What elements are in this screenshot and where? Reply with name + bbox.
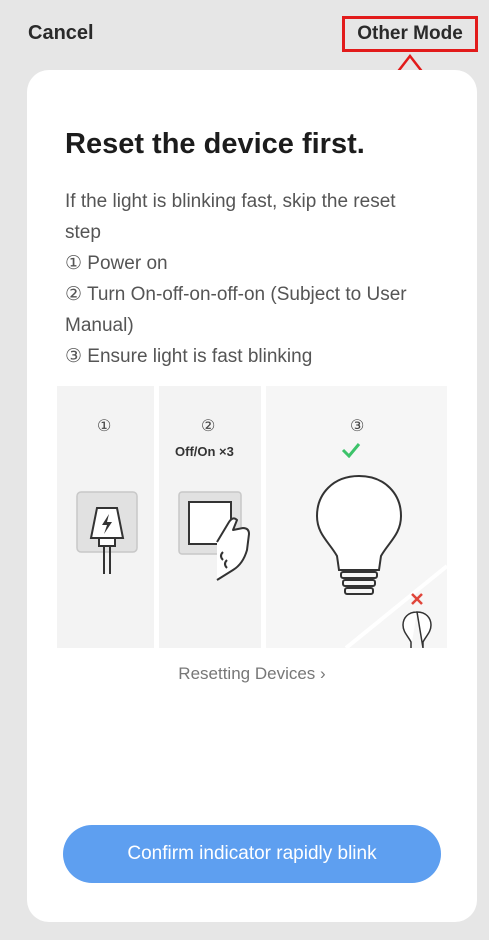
switch-caption: Off/On ×3 — [175, 444, 234, 459]
confirm-blink-button[interactable]: Confirm indicator rapidly blink — [63, 825, 441, 883]
confirm-blink-label: Confirm indicator rapidly blink — [127, 843, 377, 864]
instruction-step-2: ② Turn On-off-on-off-on (Subject to User… — [65, 284, 407, 336]
instruction-intro: If the light is blinking fast, skip the … — [65, 191, 396, 243]
step-number-3: ③ — [350, 418, 365, 435]
cross-icon — [411, 593, 423, 605]
step-number-1: ① — [97, 418, 112, 435]
wall-switch-hand-icon — [178, 491, 250, 581]
reset-illustration: ① ② ③ Off/On ×3 — [57, 386, 447, 648]
cancel-button[interactable]: Cancel — [28, 22, 94, 45]
small-light-bulb-icon — [402, 611, 432, 648]
page-title: Reset the device first. — [65, 128, 365, 160]
other-mode-button[interactable]: Other Mode — [342, 16, 478, 52]
reset-instructions: If the light is blinking fast, skip the … — [65, 186, 435, 372]
resetting-devices-link[interactable]: Resetting Devices › — [27, 664, 477, 684]
other-mode-label: Other Mode — [357, 23, 463, 44]
step-number-2: ② — [201, 418, 216, 435]
reset-instructions-card: Reset the device first. If the light is … — [27, 70, 477, 922]
top-bar: Cancel Other Mode — [0, 0, 489, 126]
instruction-step-1: ① Power on — [65, 253, 168, 274]
check-icon — [341, 443, 361, 458]
power-plug-icon — [76, 491, 138, 574]
light-bulb-icon — [315, 474, 403, 595]
instruction-step-3: ③ Ensure light is fast blinking — [65, 346, 313, 367]
